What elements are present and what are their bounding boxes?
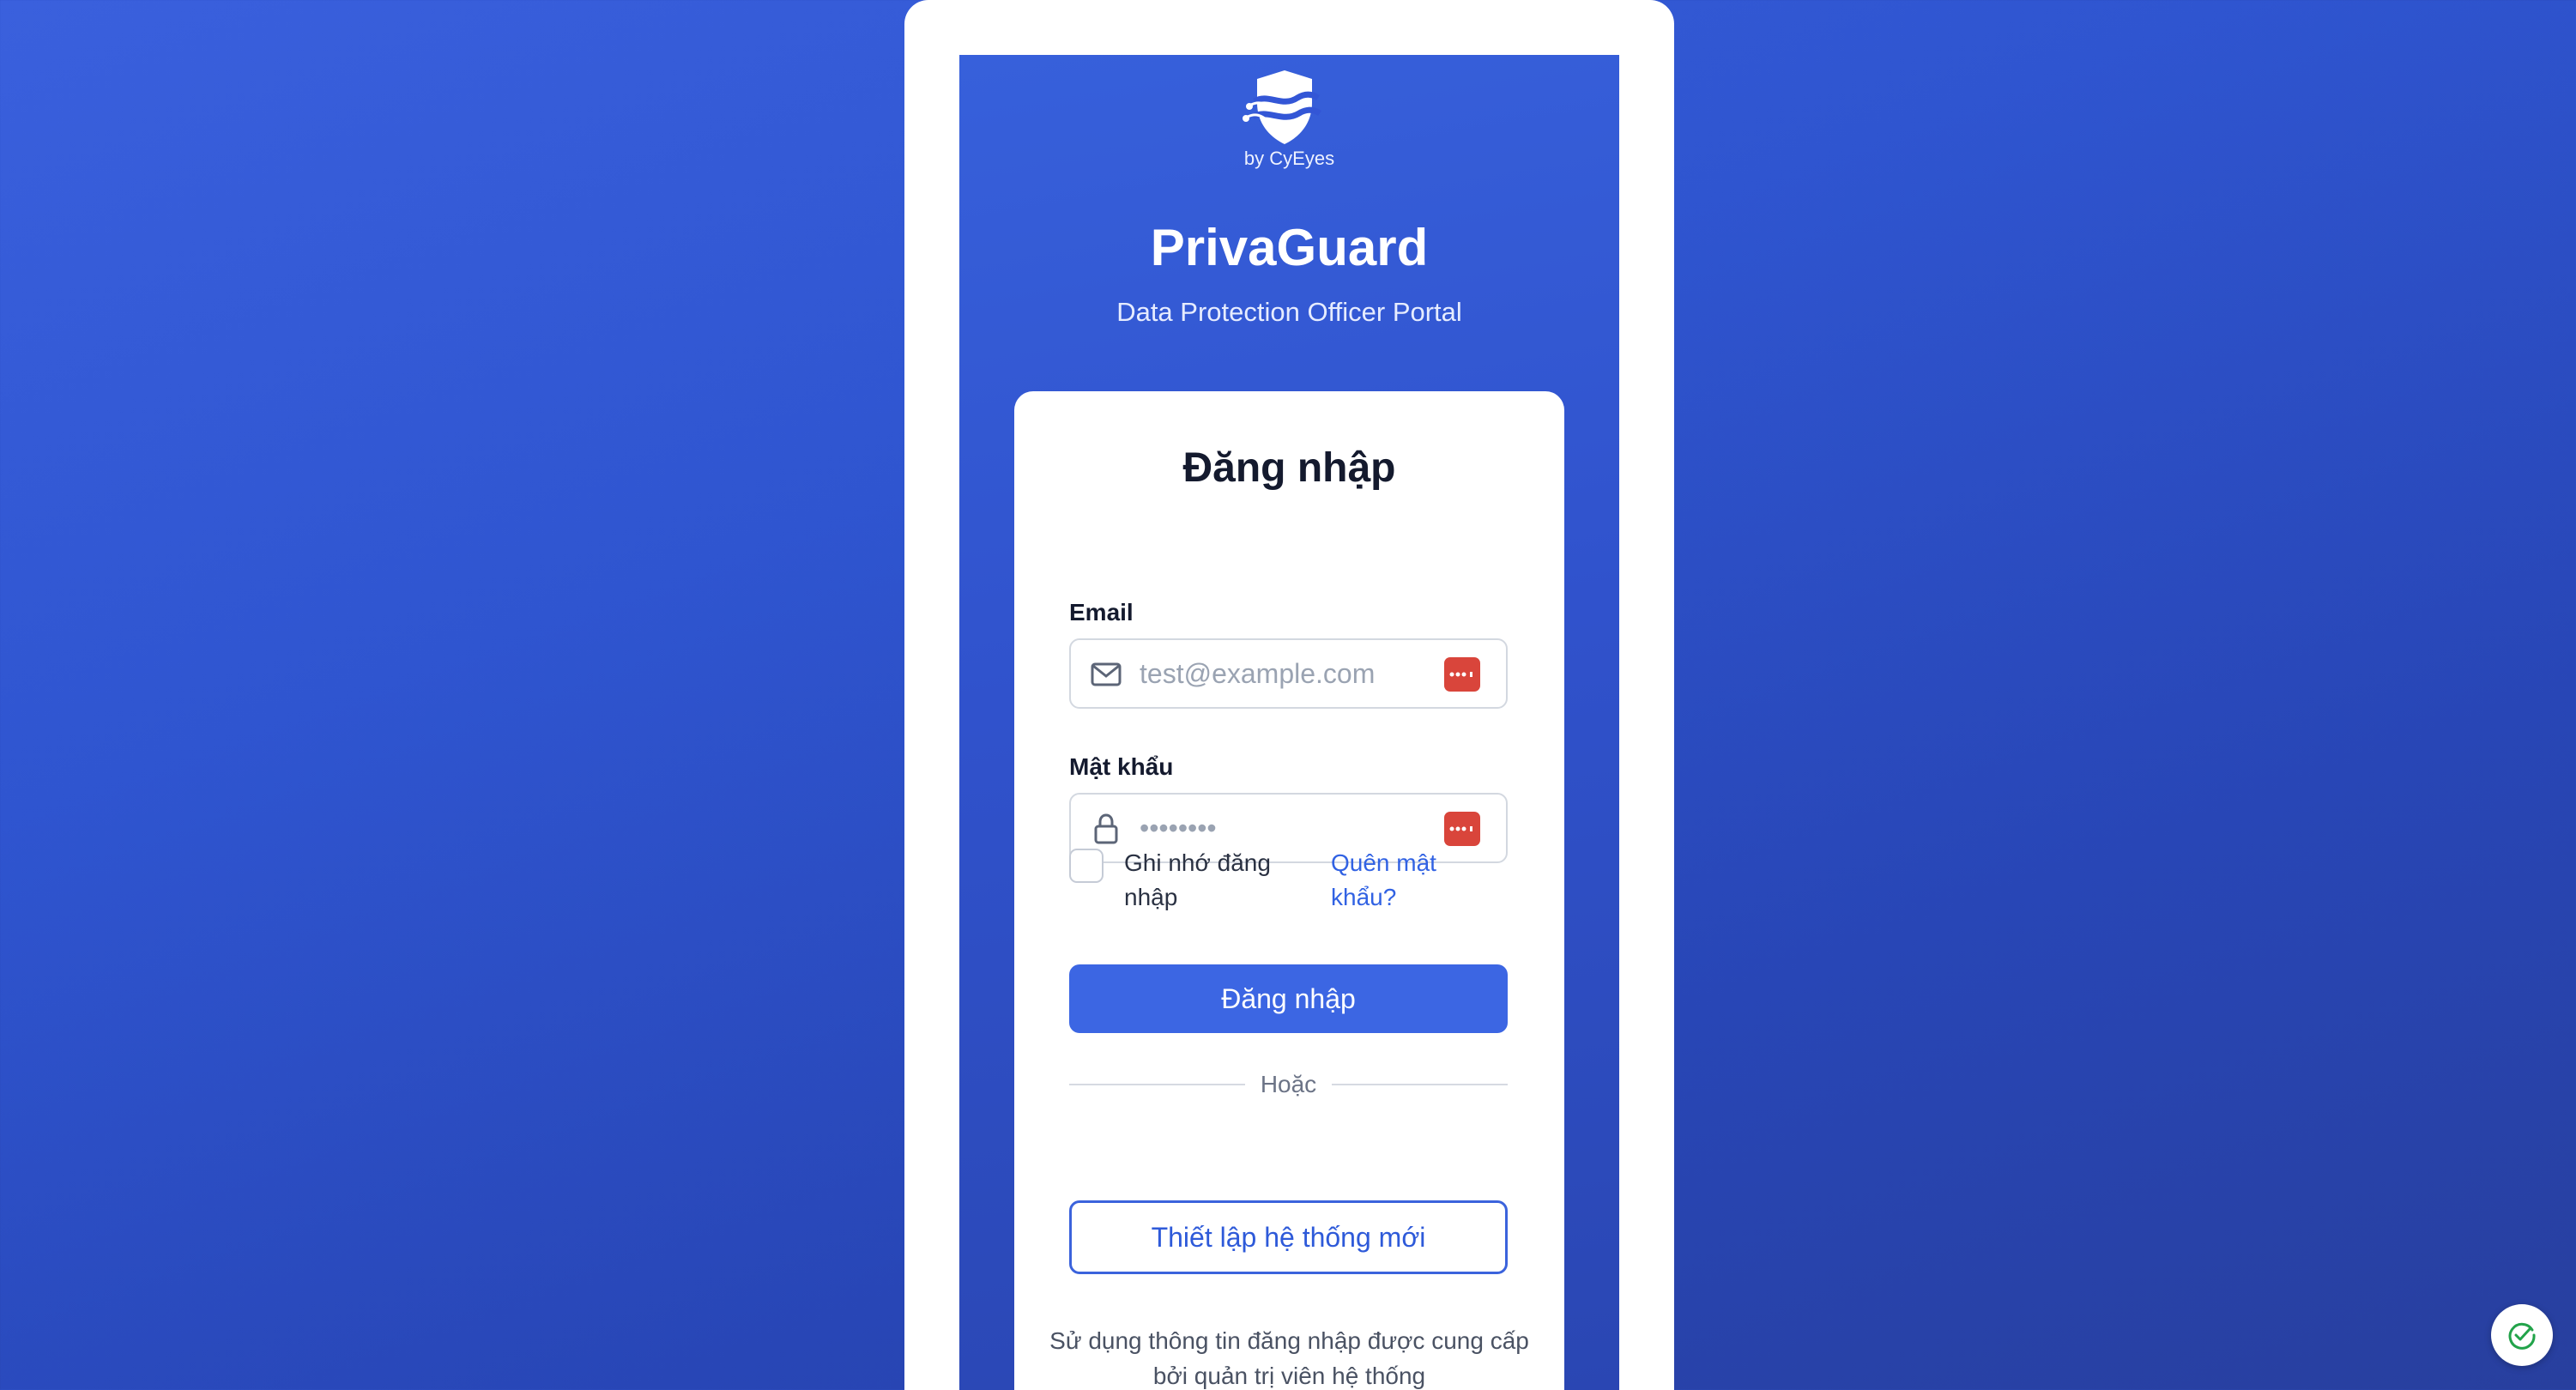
password-manager-icon[interactable] bbox=[1444, 657, 1480, 692]
or-divider: Hoặc bbox=[1069, 1069, 1508, 1100]
password-input[interactable] bbox=[1140, 807, 1431, 849]
email-input[interactable] bbox=[1140, 652, 1431, 695]
setup-new-system-button[interactable]: Thiết lập hệ thống mới bbox=[1069, 1200, 1508, 1274]
password-label: Mật khẩu bbox=[1069, 753, 1174, 780]
lock-icon bbox=[1094, 813, 1118, 844]
login-title: Đăng nhập bbox=[1182, 445, 1396, 491]
email-field-wrapper bbox=[1069, 638, 1508, 709]
remember-me-checkbox[interactable] bbox=[1069, 849, 1104, 883]
app-title: PrivaGuard bbox=[1150, 219, 1429, 276]
remember-me-label[interactable]: Ghi nhớ đăng nhập bbox=[1124, 846, 1304, 915]
brand-byline: by CyEyes bbox=[1243, 148, 1335, 169]
mail-icon bbox=[1091, 662, 1122, 686]
portal-panel: by CyEyes PrivaGuard Data Protection Off… bbox=[959, 55, 1619, 1390]
portal-frame: by CyEyes PrivaGuard Data Protection Off… bbox=[904, 0, 1674, 1390]
credentials-note: Sử dụng thông tin đăng nhập được cung cấ… bbox=[1049, 1327, 1529, 1389]
app-subtitle: Data Protection Officer Portal bbox=[1116, 297, 1462, 327]
forgot-password-link[interactable]: Quên mật khẩu? bbox=[1331, 846, 1477, 915]
password-manager-icon[interactable] bbox=[1444, 812, 1480, 846]
status-badge[interactable] bbox=[2491, 1304, 2553, 1366]
check-circle-icon bbox=[2508, 1322, 2536, 1350]
shield-wave-logo bbox=[1243, 70, 1321, 144]
login-button[interactable]: Đăng nhập bbox=[1069, 964, 1508, 1033]
email-label: Email bbox=[1069, 599, 1134, 626]
divider-line-right bbox=[1332, 1084, 1508, 1085]
login-card: Đăng nhập Email Mật khẩu bbox=[1014, 391, 1564, 1390]
